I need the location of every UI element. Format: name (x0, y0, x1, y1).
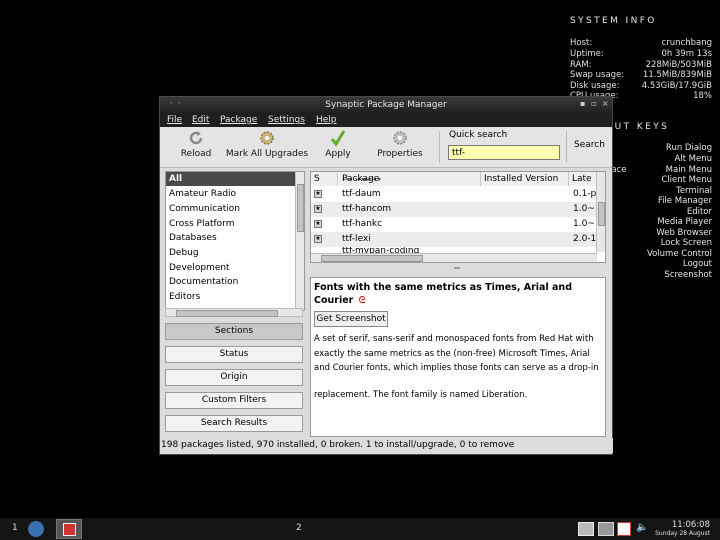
clock-date: Sunday 28 August (655, 530, 710, 537)
table-row[interactable]: ★ ttf-hankc 1.0~ (311, 217, 597, 232)
filter-origin-button[interactable]: Origin (165, 369, 303, 386)
shortcut-item: Logout (682, 259, 712, 269)
filter-sections-button[interactable]: Sections (165, 323, 303, 340)
search-button[interactable]: Search (574, 140, 605, 150)
status-bar: 198 packages listed, 970 installed, 0 br… (160, 438, 613, 453)
scroll-thumb[interactable] (176, 310, 278, 317)
shortcut-item: Client Menu (661, 175, 712, 185)
section-item[interactable]: Databases (166, 231, 296, 245)
workspace-1[interactable]: 1 (12, 523, 18, 533)
quick-search-label: Quick search (449, 130, 508, 140)
shortcut-item: Main Menu (665, 165, 712, 175)
debian-swirl-icon: ᘓ (358, 295, 366, 306)
update-tray-icon[interactable] (578, 522, 594, 536)
package-table-hscrollbar[interactable] (311, 253, 597, 262)
table-row[interactable]: ttf-dusav (311, 178, 597, 186)
table-row[interactable]: ★ ttf-hancom 1.0~ (311, 202, 597, 217)
section-list-vscrollbar[interactable] (295, 172, 304, 310)
checkbox-icon[interactable]: ★ (314, 205, 322, 213)
shortcut-keys-title: CUT KEYS (606, 122, 670, 132)
section-item[interactable]: Editors (166, 290, 296, 304)
clock-time: 11:06:08 (671, 520, 710, 530)
checkbox-icon[interactable]: ★ (314, 235, 322, 243)
workspace-2[interactable]: 2 (296, 523, 302, 533)
shortcut-item: Volume Control (646, 249, 712, 259)
network-tray-icon[interactable] (598, 522, 614, 536)
package-task-icon (63, 523, 76, 536)
description-body: A set of serif, sans-serif and monospace… (314, 334, 599, 373)
section-item[interactable]: Documentation (166, 275, 296, 289)
shortcut-item: Media Player (657, 217, 712, 227)
sysinfo-uptime: Uptime: 0h 39m 13s (570, 49, 712, 59)
shortcut-item: Editor (686, 207, 712, 217)
menubar: File Edit Package Settings Help (160, 114, 612, 127)
section-item[interactable]: Communication (166, 202, 296, 216)
clipboard-tray-icon[interactable] (617, 522, 631, 536)
sysinfo-swap: Swap usage: 11.5MiB/839MiB (570, 70, 712, 80)
checkmark-icon (329, 129, 347, 147)
description-title: Fonts with the same metrics as Times, Ar… (314, 282, 572, 306)
splitter-handle (454, 267, 460, 269)
checkbox-icon[interactable]: ★ (314, 190, 322, 198)
browser-task-icon[interactable] (28, 521, 44, 537)
window-title: Synaptic Package Manager (325, 100, 447, 110)
properties-button[interactable]: Properties (374, 129, 426, 159)
taskbar: 1 2 🔈 11:06:08 Sunday 28 August (0, 518, 720, 540)
volume-icon[interactable]: 🔈 (636, 522, 648, 533)
close-icon[interactable]: × (602, 100, 609, 108)
package-table-vscrollbar[interactable] (596, 172, 605, 252)
sysinfo-host: Host: crunchbang (570, 38, 712, 48)
shortcut-item: Terminal (676, 186, 712, 196)
system-info-title: SYSTEM INFO (570, 16, 657, 26)
properties-gear-icon (391, 129, 409, 147)
apply-button[interactable]: Apply (322, 129, 354, 159)
scroll-thumb[interactable] (598, 202, 605, 226)
menu-help[interactable]: Help (316, 115, 337, 125)
toolbar: Reload Mark All Upgrades Apply Propertie… (160, 127, 612, 168)
menu-file[interactable]: File (167, 115, 182, 125)
package-description: Fonts with the same metrics as Times, Ar… (310, 277, 606, 437)
upgrade-gear-icon (258, 129, 276, 147)
package-table: S Package Installed Version Late ttf-dus… (310, 171, 606, 263)
synaptic-task-button[interactable] (56, 519, 82, 539)
checkbox-icon[interactable]: ★ (314, 220, 322, 228)
table-row[interactable]: ★ ttf-daum 0.1-p (311, 187, 597, 202)
get-screenshot-button[interactable]: Get Screenshot (314, 311, 388, 327)
quick-search-input[interactable]: ttf- (448, 145, 560, 160)
menu-settings[interactable]: Settings (268, 115, 305, 125)
description-body-2: replacement. The font family is named Li… (314, 390, 528, 400)
scroll-thumb[interactable] (297, 184, 304, 232)
toolbar-separator (566, 131, 567, 163)
filter-status-button[interactable]: Status (165, 346, 303, 363)
section-item[interactable]: Amateur Radio (166, 187, 296, 201)
filter-custom-button[interactable]: Custom Filters (165, 392, 303, 409)
scroll-thumb[interactable] (321, 255, 423, 262)
menu-package[interactable]: Package (220, 115, 257, 125)
shortcut-item: Run Dialog (665, 143, 712, 153)
toolbar-separator (439, 131, 440, 163)
shortcut-item: Lock Screen (660, 238, 712, 248)
iconify-icon[interactable]: ▪ (580, 100, 587, 108)
section-item[interactable]: Debug (166, 246, 296, 260)
reload-icon (187, 129, 205, 147)
maximize-icon[interactable]: ▫ (591, 100, 598, 108)
shortcut-item: Web Browser (656, 228, 712, 238)
section-list: All Amateur Radio Communication Cross Pl… (165, 171, 305, 311)
shortcut-item: Alt Menu (674, 154, 712, 164)
window-titlebar[interactable]: · · Synaptic Package Manager ▪ ▫ × (160, 97, 612, 114)
mark-all-upgrades-button[interactable]: Mark All Upgrades (224, 129, 310, 159)
pane-splitter[interactable] (310, 263, 604, 275)
section-item-all[interactable]: All (166, 172, 296, 186)
table-row[interactable]: ★ ttf-lexi 2.0-1 (311, 232, 597, 247)
filter-search-results-button[interactable]: Search Results (165, 415, 303, 432)
synaptic-window: · · Synaptic Package Manager ▪ ▫ × File … (159, 96, 613, 455)
reload-button[interactable]: Reload (180, 129, 212, 159)
section-list-hscrollbar[interactable] (165, 308, 303, 317)
shortcut-item: Screenshot (664, 270, 712, 280)
menu-edit[interactable]: Edit (192, 115, 209, 125)
shortcut-item: File Manager (657, 196, 712, 206)
section-item[interactable]: Cross Platform (166, 217, 296, 231)
section-item[interactable]: Development (166, 261, 296, 275)
